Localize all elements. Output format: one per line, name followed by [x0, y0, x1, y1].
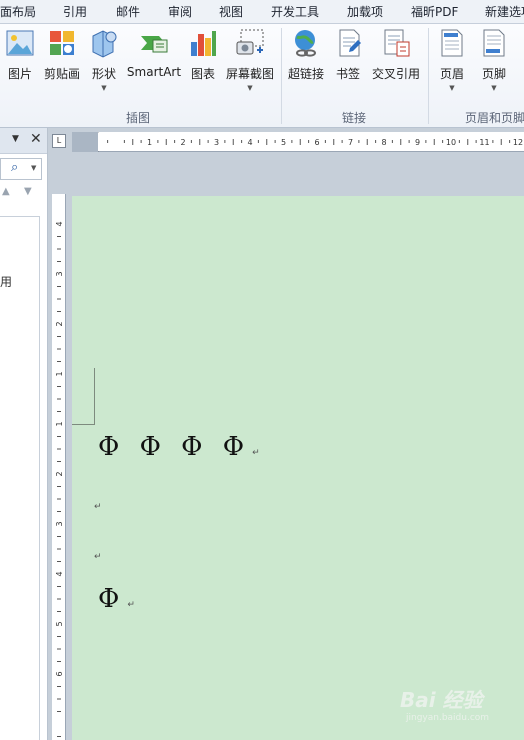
search-icon: ⌕	[11, 160, 19, 175]
vertical-ruler-ticks: 4 3 2 1 1 2 3 4 5 6	[55, 221, 64, 737]
nav-pane-header: ▼ ✕	[0, 128, 47, 154]
ruler-number: 6	[314, 138, 319, 147]
header-dropdown-icon: ▼	[449, 84, 455, 92]
ruler-number: 5	[55, 621, 64, 626]
picture-icon	[5, 28, 35, 58]
screenshot-button[interactable]: 屏幕截图 ▼	[224, 28, 276, 92]
ruler-ticks: 1 2 3 4 5 6 7 8 9 10 11 12	[89, 131, 523, 153]
ruler-number: 11	[479, 138, 489, 147]
hyperlink-button[interactable]: 超链接	[286, 28, 326, 82]
clipart-button[interactable]: 剪贴画	[42, 28, 82, 82]
nav-results-list: 用	[0, 216, 40, 740]
tab-addins[interactable]: 加载项	[347, 3, 383, 20]
page-footer-icon	[479, 28, 509, 58]
document-line-phi[interactable]: Φ Φ Φ Φ ↵	[98, 432, 266, 462]
ribbon-tab-bar: 面布局 引用 邮件 审阅 视图 开发工具 加载项 福昕PDF 新建选项	[0, 0, 524, 24]
shapes-dropdown-icon: ▼	[101, 84, 107, 92]
bar-chart-icon	[188, 28, 218, 58]
shapes-button[interactable]: 形状 ▼	[88, 28, 120, 92]
ruler-number: 3	[214, 138, 219, 147]
tab-mailings[interactable]: 邮件	[116, 3, 140, 20]
horizontal-ruler[interactable]: 1 2 3 4 5 6 7 8 9 10 11 12	[72, 131, 524, 153]
ruler-margin-left	[72, 132, 98, 152]
ruler-number: 8	[381, 138, 386, 147]
baidu-jingyan-watermark: Bai 经验 jingyan.baidu.com	[400, 688, 490, 723]
footer-button[interactable]: 页脚 ▼	[478, 28, 510, 92]
ruler-number: 2	[55, 471, 64, 476]
tab-developer[interactable]: 开发工具	[271, 3, 319, 20]
ruler-number: 3	[55, 521, 64, 526]
ruler-number: 2	[180, 138, 185, 147]
footer-dropdown-icon: ▼	[491, 84, 497, 92]
group-separator	[428, 28, 429, 124]
group-label-illustrations: 插图	[126, 111, 151, 125]
ruler-number: 7	[348, 138, 353, 147]
tab-stop-selector[interactable]: L	[52, 134, 66, 148]
ruler-number: 9	[415, 138, 420, 147]
vertical-ruler[interactable]: 4 3 2 1 1 2 3 4 5 6	[52, 194, 66, 740]
paragraph-mark: ↵	[252, 448, 266, 458]
tab-view[interactable]: 视图	[219, 3, 243, 20]
nav-pane-menu-icon[interactable]: ▼	[12, 134, 19, 144]
close-icon[interactable]: ✕	[30, 131, 42, 147]
ruler-number: 5	[281, 138, 286, 147]
ruler-number: 10	[446, 138, 456, 147]
ruler-number: 12	[513, 138, 523, 147]
tab-page-layout[interactable]: 面布局	[0, 3, 36, 20]
smartart-button[interactable]: SmartArt	[126, 28, 182, 79]
globe-link-icon	[291, 28, 321, 58]
paragraph-mark: ↵	[94, 502, 102, 512]
margin-corner-mark	[94, 368, 95, 424]
bookmark-icon	[334, 28, 364, 58]
clipart-icon	[47, 28, 77, 58]
cross-reference-icon	[381, 28, 411, 58]
header-button[interactable]: 页眉 ▼	[436, 28, 468, 92]
crossref-button[interactable]: 交叉引用	[370, 28, 422, 82]
ruler-number: 4	[55, 571, 64, 576]
document-page[interactable]	[72, 196, 524, 740]
ruler-number: 1	[147, 138, 152, 147]
ruler-number: 1	[55, 421, 64, 426]
nav-result-fragment[interactable]: 用	[0, 273, 12, 290]
tab-foxit-pdf[interactable]: 福昕PDF	[411, 3, 458, 20]
next-icon[interactable]: ▼	[24, 186, 32, 197]
tab-review[interactable]: 审阅	[168, 3, 192, 20]
margin-corner-mark	[72, 424, 95, 425]
group-label-header-footer: 页眉和页脚	[465, 111, 524, 125]
chart-button[interactable]: 图表	[188, 28, 218, 82]
document-line-phi-single[interactable]: Φ ↵	[98, 584, 141, 614]
previous-icon[interactable]: ▲	[2, 186, 10, 197]
ruler-number: 3	[55, 271, 64, 276]
ruler-number: 1	[55, 371, 64, 376]
ruler-number: 4	[55, 221, 64, 226]
ruler-number: 6	[55, 671, 64, 676]
paragraph-mark: ↵	[94, 552, 102, 562]
shapes-icon	[89, 28, 119, 58]
document-area: L 1 2 3 4 5 6 7 8 9 10 11 12 4321123456 Φ Φ Φ Φ ↵ ↵ …	[48, 128, 524, 740]
group-label-links: 链接	[342, 111, 367, 125]
screenshot-icon	[235, 28, 265, 58]
ribbon: 图片 剪贴画 形状 ▼ SmartArt 图表 屏幕截图 ▼ 超链接 书签 交叉…	[0, 24, 524, 128]
navigation-pane: ▼ ✕ ⌕ ▼ ▲ ▼ 用	[0, 128, 48, 740]
search-options-icon[interactable]: ▼	[31, 164, 36, 172]
screenshot-dropdown-icon: ▼	[247, 84, 253, 92]
smartart-icon	[139, 28, 169, 58]
tab-references[interactable]: 引用	[63, 3, 87, 20]
bookmark-button[interactable]: 书签	[334, 28, 362, 82]
group-separator	[281, 28, 282, 124]
paragraph-mark: ↵	[127, 600, 141, 610]
picture-button[interactable]: 图片	[4, 28, 36, 82]
ruler-number: 2	[55, 321, 64, 326]
ruler-number: 4	[247, 138, 252, 147]
page-header-icon	[437, 28, 467, 58]
nav-search-input[interactable]: ⌕ ▼	[0, 158, 42, 180]
nav-arrows: ▲ ▼	[0, 182, 42, 204]
tab-new-options[interactable]: 新建选项	[485, 3, 524, 20]
